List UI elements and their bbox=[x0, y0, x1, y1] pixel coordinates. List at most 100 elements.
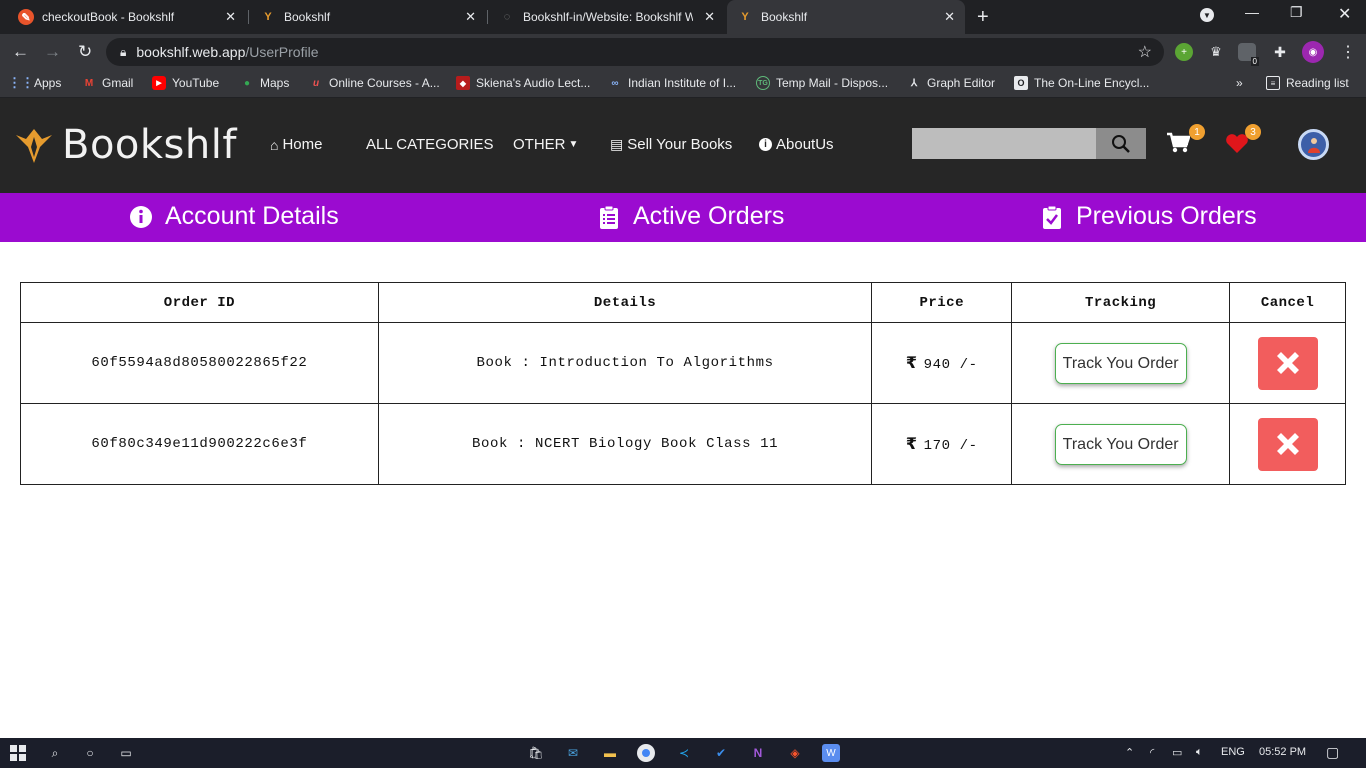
gmail-icon: M bbox=[84, 77, 94, 89]
minimize-window-icon[interactable]: — bbox=[1245, 4, 1259, 20]
wps-icon[interactable]: W bbox=[822, 744, 840, 762]
tab-active-orders[interactable]: Active Orders bbox=[597, 202, 784, 231]
vscode-icon[interactable]: ≺ bbox=[674, 743, 694, 763]
bookmark-oeis[interactable]: O The On-Line Encycl... bbox=[1014, 76, 1149, 90]
brave-icon[interactable]: ◈ bbox=[785, 743, 805, 763]
bookmark-tempmail[interactable]: TG Temp Mail - Dispos... bbox=[756, 76, 888, 90]
close-tab-icon[interactable]: ✕ bbox=[704, 9, 715, 25]
profile-avatar-icon[interactable]: ◉ bbox=[1302, 41, 1324, 63]
cancel-order-button[interactable] bbox=[1257, 336, 1318, 390]
bookmark-apps[interactable]: ⋮⋮ Apps bbox=[8, 75, 62, 90]
bookmark-label: Apps bbox=[34, 76, 62, 90]
clock-time[interactable]: 05:52 PM bbox=[1259, 746, 1306, 758]
cart-button[interactable] bbox=[1166, 132, 1191, 159]
notification-center-icon[interactable]: ▢ bbox=[1326, 744, 1339, 761]
browser-tab-active[interactable]: Y Bookshlf ✕ bbox=[727, 0, 965, 34]
bookmark-star-icon[interactable]: ☆ bbox=[1138, 42, 1152, 62]
nav-all-categories[interactable]: ALL CATEGORIES bbox=[366, 136, 494, 153]
heart-icon bbox=[1226, 134, 1248, 153]
reload-icon[interactable]: ↻ bbox=[78, 42, 92, 62]
bookmark-iiit[interactable]: ∞ Indian Institute of I... bbox=[608, 76, 736, 90]
close-window-icon[interactable]: ✕ bbox=[1338, 4, 1351, 24]
shield-extension-icon[interactable]: 0 bbox=[1238, 43, 1259, 66]
url-host: bookshlf.web.app bbox=[136, 44, 246, 60]
close-tab-icon[interactable]: ✕ bbox=[944, 9, 955, 25]
browser-toolbar: ← → ↻ 🔒︎ bookshlf.web.app /UserProfile ☆… bbox=[0, 34, 1366, 70]
browser-tab-strip: ✎ checkoutBook - Bookshlf ✕ Y Bookshlf ✕… bbox=[0, 0, 1366, 34]
wishlist-button[interactable] bbox=[1225, 134, 1249, 159]
mail-icon[interactable]: ✉ bbox=[563, 743, 583, 763]
browser-tab-github[interactable]: ◌ Bookshlf-in/Website: Bookshlf W ✕ bbox=[489, 0, 725, 34]
volume-icon[interactable]: 🔈︎ bbox=[1196, 746, 1203, 759]
bookmark-maps[interactable]: ● Maps bbox=[240, 76, 289, 90]
bookmark-label: Gmail bbox=[102, 76, 134, 90]
language-indicator[interactable]: ENG bbox=[1221, 746, 1245, 758]
lightbulb-extension-icon[interactable]: ♛ bbox=[1207, 43, 1225, 61]
track-order-button[interactable]: Track You Order bbox=[1054, 342, 1187, 384]
bookmark-gmail[interactable]: M Gmail bbox=[82, 76, 134, 90]
browser-tab-bookshlf[interactable]: Y Bookshlf ✕ bbox=[250, 0, 486, 34]
nav-sell-books[interactable]: ▤ Sell Your Books bbox=[610, 136, 732, 153]
column-header-cancel: Cancel bbox=[1229, 282, 1346, 323]
onenote-icon[interactable]: N bbox=[748, 743, 768, 763]
more-bookmarks-icon[interactable]: » bbox=[1236, 76, 1243, 90]
close-tab-icon[interactable]: ✕ bbox=[225, 9, 236, 25]
forward-arrow-icon[interactable]: → bbox=[44, 42, 61, 62]
user-avatar[interactable] bbox=[1298, 129, 1329, 160]
chrome-icon[interactable] bbox=[637, 744, 655, 762]
search-taskbar-icon[interactable]: ⌕ bbox=[45, 743, 65, 763]
todo-check-icon[interactable]: ✔ bbox=[711, 743, 731, 763]
task-view-icon[interactable]: ▭ bbox=[116, 743, 136, 763]
lock-icon[interactable]: 🔒︎ bbox=[120, 45, 126, 60]
close-x-icon bbox=[1276, 433, 1299, 455]
close-tab-icon[interactable]: ✕ bbox=[465, 9, 476, 25]
search-input[interactable] bbox=[912, 128, 1096, 159]
cancel-order-button[interactable] bbox=[1257, 417, 1318, 471]
tab-previous-orders[interactable]: Previous Orders bbox=[1040, 202, 1257, 231]
green-plus-extension-icon[interactable]: + bbox=[1175, 43, 1193, 61]
tab-search-icon[interactable]: ▼ bbox=[1200, 8, 1214, 22]
nav-home[interactable]: ⌂ Home bbox=[270, 136, 322, 153]
maps-pin-icon: ● bbox=[243, 77, 251, 89]
reading-list[interactable]: ≡ Reading list bbox=[1266, 76, 1349, 90]
bookmark-label: Maps bbox=[260, 76, 290, 90]
url-path: /UserProfile bbox=[245, 44, 319, 60]
search-form bbox=[912, 128, 1146, 159]
search-icon bbox=[1112, 134, 1130, 153]
browser-tab-checkout[interactable]: ✎ checkoutBook - Bookshlf ✕ bbox=[8, 0, 246, 34]
wifi-icon[interactable]: ◜ bbox=[1150, 746, 1154, 759]
tab-account-details[interactable]: Account Details bbox=[129, 202, 339, 231]
apps-grid-icon: ⋮⋮ bbox=[8, 75, 34, 90]
restore-window-icon[interactable]: ❐ bbox=[1290, 4, 1303, 21]
bookmark-youtube[interactable]: ▶ YouTube bbox=[152, 76, 219, 90]
file-explorer-icon[interactable]: ▬ bbox=[600, 743, 620, 763]
bookmark-graph-editor[interactable]: ⅄ Graph Editor bbox=[907, 76, 995, 90]
battery-icon[interactable]: ▭ bbox=[1172, 746, 1182, 759]
clipboard-check-icon bbox=[1043, 205, 1061, 229]
tray-chevron-icon[interactable]: ⌃ bbox=[1125, 746, 1134, 759]
brand-logo[interactable]: Bookshlf bbox=[12, 122, 237, 168]
profile-tab-bar: Account Details Active Orders Previous O… bbox=[0, 193, 1366, 242]
youtube-icon: ▶ bbox=[152, 76, 166, 90]
new-tab-icon[interactable]: + bbox=[977, 6, 989, 29]
table-row: 60f5594a8d80580022865f22 Book : Introduc… bbox=[20, 322, 1346, 404]
back-arrow-icon[interactable]: ← bbox=[12, 42, 29, 62]
address-bar[interactable]: 🔒︎ bookshlf.web.app /UserProfile ☆ bbox=[106, 38, 1164, 66]
table-header-row: Order ID Details Price Tracking Cancel bbox=[20, 282, 1346, 323]
bookshlf-logo-favicon-icon: Y bbox=[264, 11, 272, 23]
store-icon[interactable]: 🛍︎ bbox=[526, 743, 546, 763]
column-header-order-id: Order ID bbox=[20, 282, 379, 323]
oeis-icon: O bbox=[1014, 76, 1028, 90]
bookmark-skiena[interactable]: ◆ Skiena's Audio Lect... bbox=[456, 76, 590, 90]
windows-start-icon[interactable] bbox=[8, 743, 28, 763]
search-button[interactable] bbox=[1096, 128, 1146, 159]
bookmark-online-courses[interactable]: u Online Courses - A... bbox=[309, 76, 440, 90]
menu-kebab-icon[interactable]: ⋮ bbox=[1340, 42, 1356, 62]
nav-other-dropdown[interactable]: OTHER ▼ bbox=[513, 136, 578, 153]
extensions-puzzle-icon[interactable]: ✚ bbox=[1271, 43, 1289, 61]
shopping-cart-icon bbox=[1167, 132, 1191, 153]
nav-about-us[interactable]: i AboutUs bbox=[759, 136, 834, 153]
track-order-button[interactable]: Track You Order bbox=[1054, 423, 1187, 465]
order-price-value: 940 /- bbox=[923, 357, 978, 373]
cortana-circle-icon[interactable]: ○ bbox=[80, 743, 100, 763]
